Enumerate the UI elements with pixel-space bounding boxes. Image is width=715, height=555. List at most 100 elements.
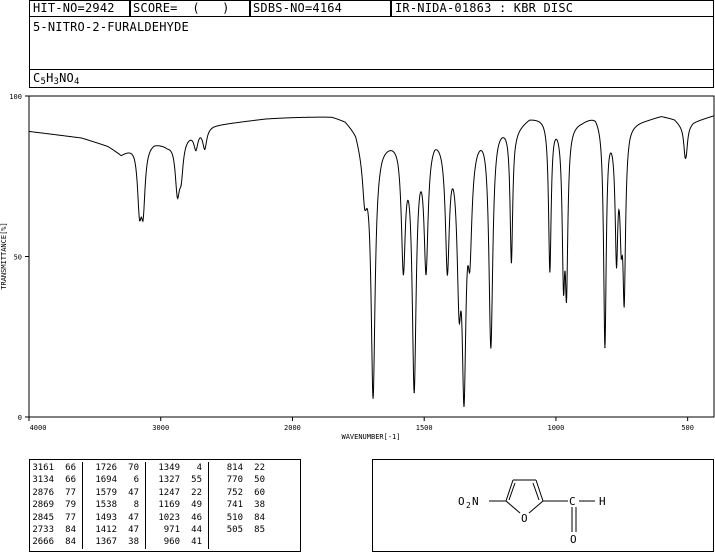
spectrum-line bbox=[28, 115, 715, 407]
peak-transmittance: 22 bbox=[191, 487, 202, 498]
peak-wavenumber: 1579 bbox=[95, 487, 117, 498]
peak-transmittance: 50 bbox=[254, 475, 265, 486]
peak-transmittance: 85 bbox=[254, 525, 265, 536]
spectrum-peak bbox=[510, 262, 512, 264]
peak-wavenumber bbox=[209, 536, 244, 548]
peak-transmittance: 55 bbox=[191, 475, 202, 486]
peak-transmittance bbox=[243, 536, 265, 548]
spectrum-peak bbox=[176, 195, 178, 197]
spectrum-peak bbox=[469, 271, 471, 273]
peak-wavenumber: 3134 bbox=[32, 475, 54, 486]
y-axis-ticks: 0 50 100 bbox=[9, 93, 29, 422]
formula-element: NO bbox=[59, 71, 74, 85]
peak-transmittance: 84 bbox=[65, 537, 76, 548]
spectrum-peak bbox=[604, 347, 606, 349]
spectrum-peak bbox=[565, 301, 568, 303]
peak-table-row: 2869 79 1538 8 1169 49 741 38 bbox=[30, 499, 265, 512]
peak-wavenumber: 2733 bbox=[32, 525, 54, 536]
peak-wavenumber: 1247 bbox=[158, 487, 180, 498]
peak-transmittance: 49 bbox=[191, 500, 202, 511]
peak-wavenumber: 1726 bbox=[95, 463, 117, 473]
ir-source-info: IR-NIDA-01863 : KBR DISC bbox=[395, 1, 574, 15]
score-field: SCORE= ( ) bbox=[133, 1, 230, 15]
peak-transmittance: 84 bbox=[254, 512, 265, 523]
spectrum-peak bbox=[615, 267, 618, 269]
peak-table-row: 2876 77 1579 47 1247 22 752 60 bbox=[30, 486, 265, 500]
peak-transmittance: 70 bbox=[128, 463, 139, 473]
spectrum-peak bbox=[623, 306, 625, 308]
peak-transmittance: 47 bbox=[128, 525, 139, 536]
peak-wavenumber: 752 bbox=[226, 487, 243, 498]
spectrum-peak bbox=[364, 208, 366, 210]
peak-transmittance: 84 bbox=[65, 525, 76, 536]
spectrum-peak bbox=[562, 294, 565, 296]
ir-spectrum-chart: 0 50 100 4000 3000 2000 1500 1000 500 WAVENUMBE… bbox=[0, 93, 715, 441]
peak-transmittance: 46 bbox=[191, 512, 202, 523]
peak-wavenumber: 2869 bbox=[32, 500, 54, 511]
spectrum-peak bbox=[458, 322, 460, 324]
peak-transmittance: 79 bbox=[65, 500, 76, 511]
nitro-oxygen-label: O bbox=[458, 495, 465, 508]
x-tick-label: 1000 bbox=[547, 424, 564, 432]
x-tick-label: 3000 bbox=[152, 424, 169, 432]
peak-wavenumber: 2876 bbox=[32, 487, 54, 498]
peak-transmittance: 60 bbox=[254, 487, 265, 498]
formula-subscript: 4 bbox=[73, 77, 80, 87]
peak-wavenumber: 505 bbox=[226, 525, 243, 536]
peak-wavenumber: 1367 bbox=[95, 537, 117, 548]
spectrum-peak bbox=[446, 274, 448, 276]
peak-wavenumber: 741 bbox=[226, 500, 243, 511]
x-tick-label: 1500 bbox=[416, 424, 433, 432]
peak-wavenumber: 3161 bbox=[32, 463, 54, 473]
molecule-drawing: O 2 N O C H O bbox=[458, 479, 606, 546]
peak-transmittance: 38 bbox=[128, 537, 139, 548]
peak-wavenumber: 814 bbox=[226, 463, 243, 473]
peak-transmittance: 66 bbox=[65, 475, 76, 486]
plot-frame bbox=[28, 95, 715, 418]
peak-wavenumber: 1412 bbox=[95, 525, 117, 536]
peak-table-row: 2845 77 1493 47 1023 46 510 84 bbox=[30, 511, 265, 525]
spectrum-peak bbox=[549, 271, 551, 273]
peak-wavenumber: 1493 bbox=[95, 512, 117, 523]
header-divider bbox=[390, 0, 392, 17]
molecular-formula: C5H3NO4 bbox=[33, 71, 80, 87]
y-tick-label: 50 bbox=[14, 254, 22, 262]
furan-ring bbox=[489, 479, 595, 532]
aldehyde-hydrogen-label: H bbox=[599, 495, 606, 508]
peak-transmittance: 47 bbox=[128, 487, 139, 498]
header-divider bbox=[129, 0, 131, 17]
spectrum-peak bbox=[684, 156, 686, 158]
peak-table-row: 2733 84 1412 47 971 44 505 85 bbox=[30, 524, 265, 537]
peak-wavenumber: 2845 bbox=[32, 512, 54, 523]
formula-element: H bbox=[46, 71, 54, 85]
spectrum-peak bbox=[685, 154, 687, 157]
header-divider bbox=[249, 0, 251, 17]
x-axis-label: WAVENUMBER[-1] bbox=[341, 433, 400, 441]
peak-table-row: 2666 84 1367 38 960 41 bbox=[30, 536, 265, 549]
spectrum-peak bbox=[138, 219, 141, 221]
y-tick-label: 0 bbox=[18, 414, 22, 422]
x-tick-label: 2000 bbox=[284, 424, 301, 432]
spectrum-peak bbox=[372, 397, 374, 399]
spectrum-peak bbox=[204, 148, 206, 151]
peak-table-row: 3134 66 1694 6 1327 55 770 50 bbox=[30, 474, 265, 487]
peak-wavenumber: 1023 bbox=[158, 512, 180, 523]
peak-transmittance: 22 bbox=[254, 463, 265, 473]
peak-wavenumber: 1694 bbox=[95, 475, 117, 486]
x-axis-ticks: 4000 3000 2000 1500 1000 500 bbox=[28, 417, 694, 432]
peak-wavenumber: 2666 bbox=[32, 537, 54, 548]
peak-wavenumber: 960 bbox=[163, 537, 180, 548]
structure-diagram: O 2 N O C H O bbox=[372, 459, 714, 552]
spectrum-peak bbox=[463, 405, 465, 408]
peak-wavenumber: 1538 bbox=[95, 500, 117, 511]
peak-transmittance: 44 bbox=[191, 525, 202, 536]
peak-wavenumber: 1169 bbox=[158, 500, 180, 511]
peak-table-row: 3161 66 1726 70 1349 4 814 22 bbox=[30, 462, 265, 475]
spectrum-peak bbox=[620, 258, 622, 260]
aldehyde-carbon-label: C bbox=[569, 495, 576, 508]
peak-transmittance: 38 bbox=[254, 500, 265, 511]
y-tick-label: 100 bbox=[9, 93, 22, 101]
y-axis-label: TRANSMITTANCE[%] bbox=[0, 222, 8, 289]
spectrum-peak bbox=[142, 219, 144, 221]
spectrum-peak bbox=[413, 391, 415, 394]
